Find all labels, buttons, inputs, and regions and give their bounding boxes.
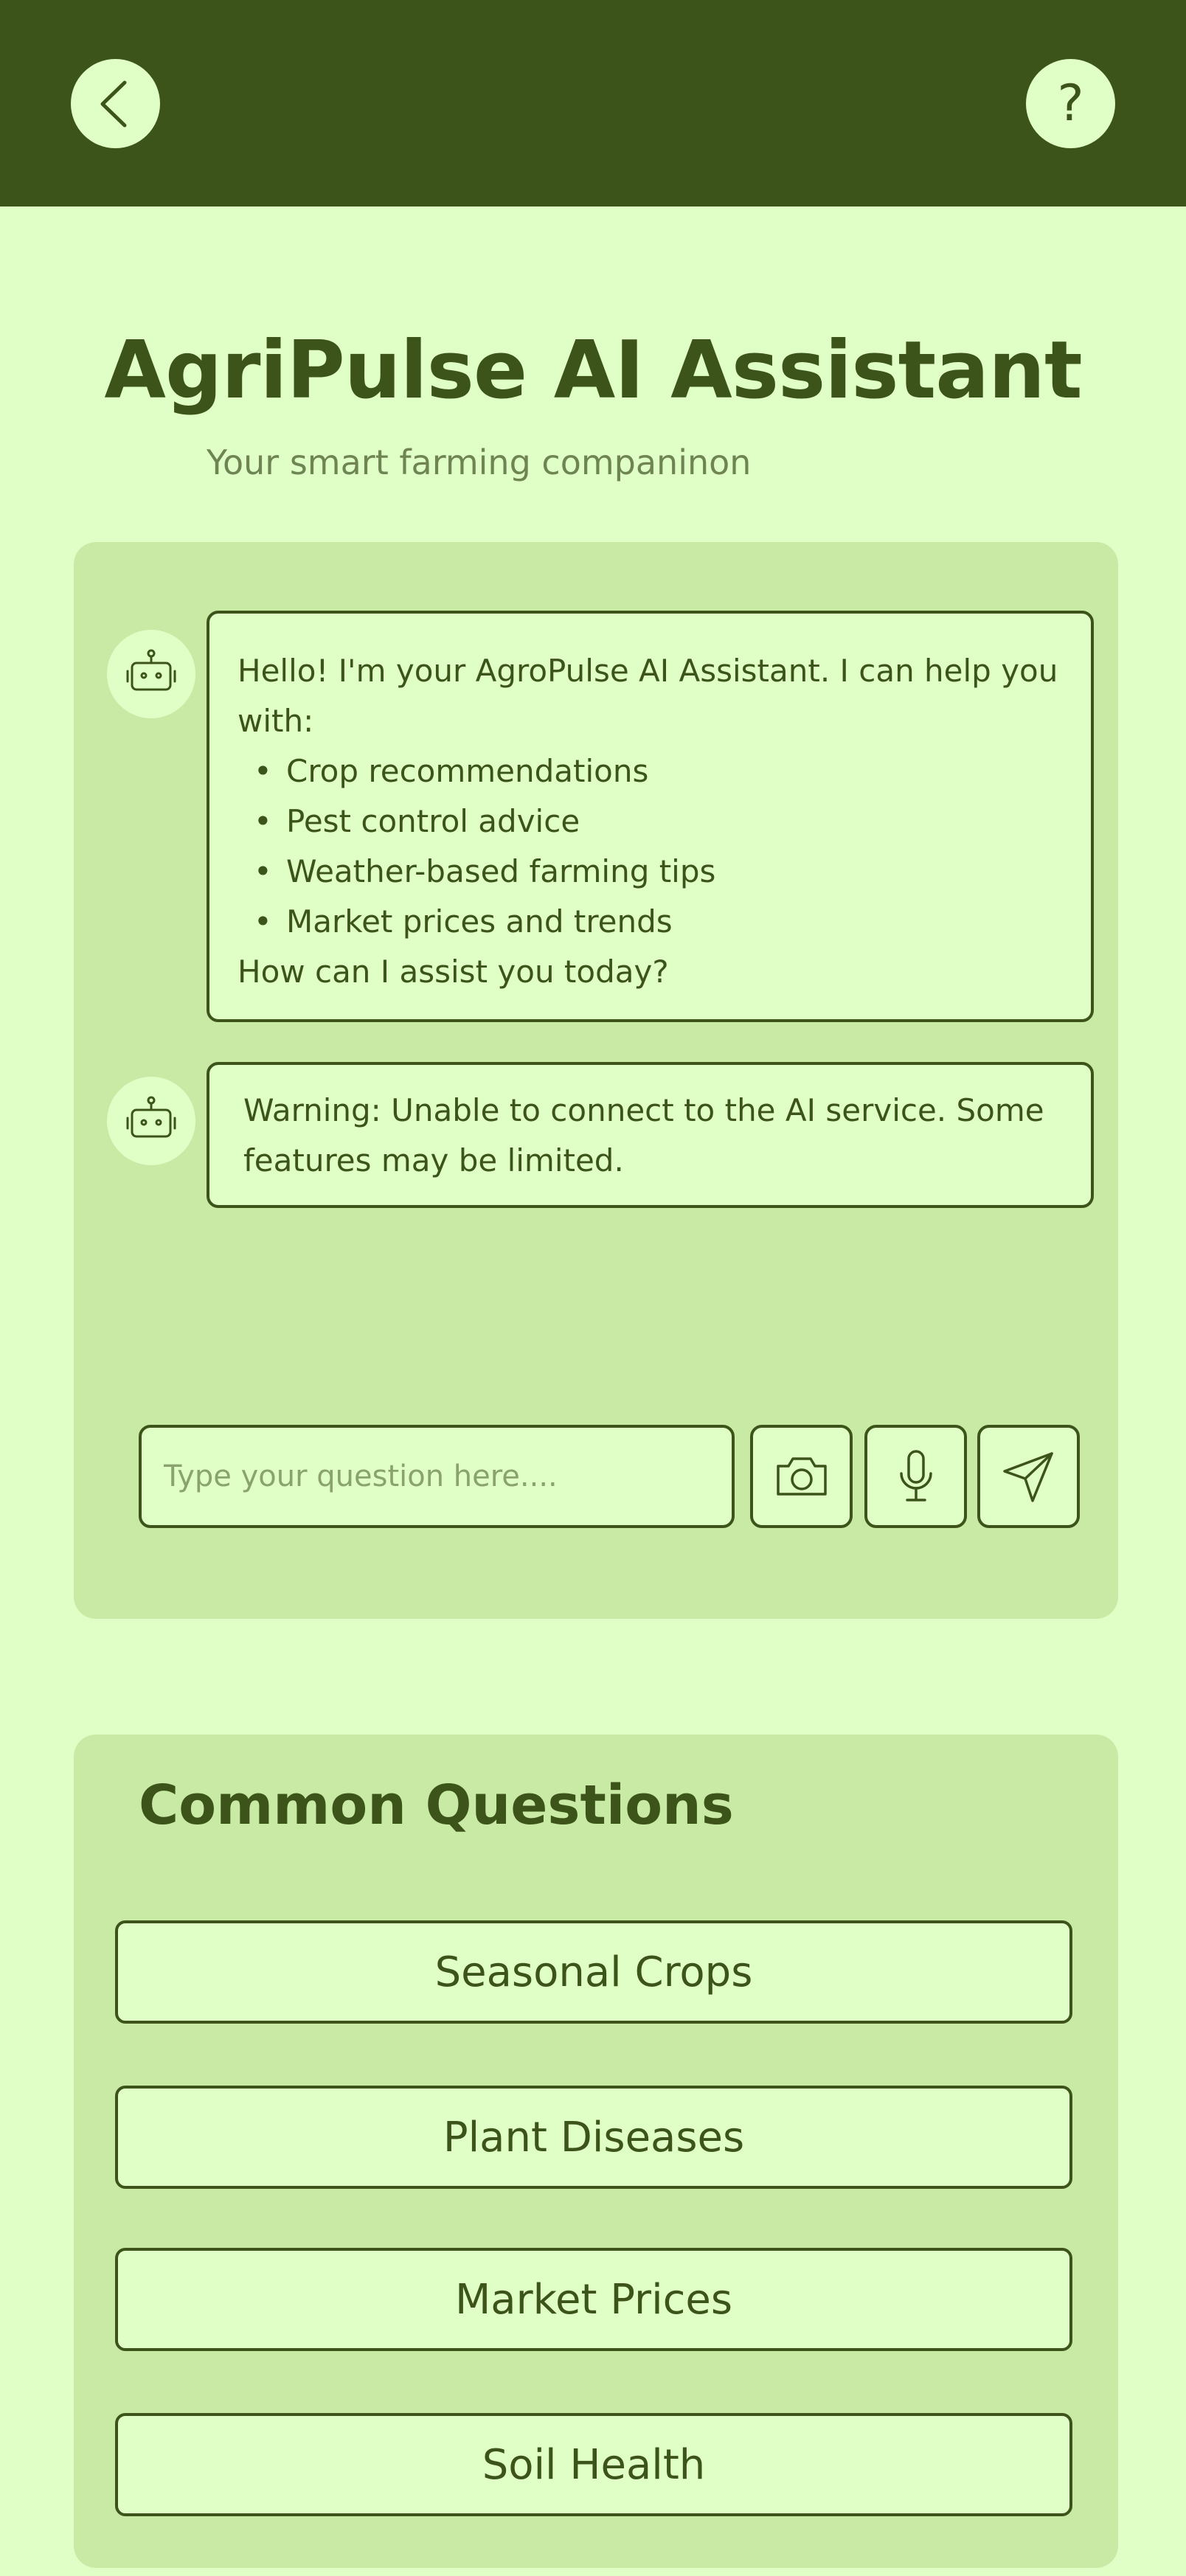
microphone-button[interactable] bbox=[864, 1425, 967, 1528]
bot-avatar bbox=[107, 1077, 195, 1165]
list-item: Weather-based farming tips bbox=[237, 847, 1063, 897]
question-seasonal-crops-button[interactable]: Seasonal Crops bbox=[115, 1920, 1072, 2024]
help-button[interactable]: ? bbox=[1026, 59, 1115, 148]
bot-message-welcome: Hello! I'm your AgroPulse AI Assistant. … bbox=[207, 611, 1094, 1022]
list-item: Market prices and trends bbox=[237, 897, 1063, 947]
warning-text: Warning: Unable to connect to the AI ser… bbox=[243, 1092, 1044, 1178]
question-input[interactable] bbox=[139, 1425, 735, 1528]
list-item: Pest control advice bbox=[237, 796, 1063, 847]
capabilities-list: Crop recommendations Pest control advice… bbox=[237, 746, 1063, 947]
robot-icon bbox=[126, 649, 176, 691]
top-bar bbox=[0, 0, 1186, 206]
page-subtitle: Your smart farming companinon bbox=[207, 442, 752, 482]
camera-icon bbox=[776, 1457, 827, 1496]
question-plant-diseases-button[interactable]: Plant Diseases bbox=[115, 2086, 1072, 2189]
camera-button[interactable] bbox=[750, 1425, 853, 1528]
message-intro: Hello! I'm your AgroPulse AI Assistant. … bbox=[237, 653, 1058, 739]
send-icon bbox=[1002, 1452, 1053, 1502]
page-title: AgriPulse AI Assistant bbox=[104, 324, 1082, 417]
chevron-left-icon bbox=[100, 80, 126, 127]
microphone-icon bbox=[899, 1450, 932, 1501]
robot-icon bbox=[126, 1096, 176, 1138]
bot-avatar bbox=[107, 630, 195, 718]
send-button[interactable] bbox=[977, 1425, 1080, 1528]
message-outro: How can I assist you today? bbox=[237, 954, 669, 990]
common-questions-title: Common Questions bbox=[139, 1774, 734, 1837]
question-soil-health-button[interactable]: Soil Health bbox=[115, 2413, 1072, 2516]
help-icon: ? bbox=[1057, 74, 1084, 133]
question-market-prices-button[interactable]: Market Prices bbox=[115, 2248, 1072, 2351]
back-button[interactable] bbox=[71, 59, 160, 148]
list-item: Crop recommendations bbox=[237, 746, 1063, 796]
bot-message-warning: Warning: Unable to connect to the AI ser… bbox=[207, 1062, 1094, 1208]
